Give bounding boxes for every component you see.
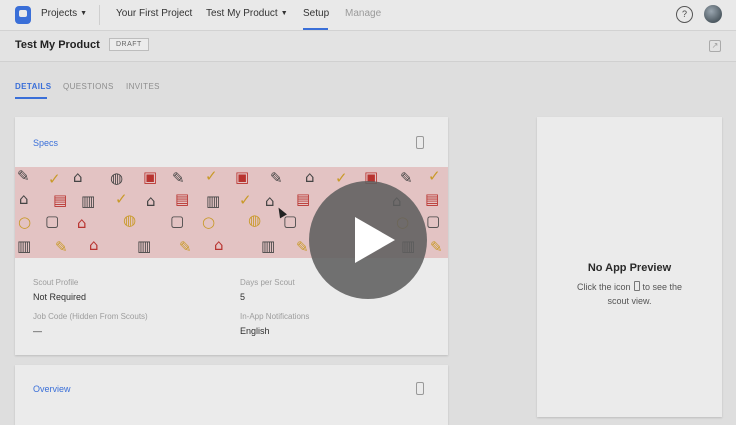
- preview-text-part1: Click the icon: [576, 282, 631, 292]
- phone-preview-icon[interactable]: [416, 136, 424, 149]
- book-doodle-icon: ▥: [206, 192, 221, 210]
- grad-cap-doodle-icon: ⌂: [265, 192, 275, 210]
- ruler-doodle-icon: ▤: [175, 190, 190, 208]
- days-per-scout-value: 5: [240, 292, 246, 302]
- page-header: Test My Product DRAFT ↗: [0, 31, 736, 62]
- preview-text-part2: to see the: [642, 282, 683, 292]
- book-doodle-icon: ▥: [261, 237, 276, 255]
- phone-icon: [633, 281, 640, 291]
- specs-title: Specs: [33, 138, 59, 148]
- check-doodle-icon: ✓: [239, 191, 252, 209]
- ruler-doodle-icon: ▤: [296, 190, 311, 208]
- grad-cap-doodle-icon: ⌂: [305, 168, 315, 186]
- book-doodle-icon: ▥: [137, 237, 152, 255]
- check-doodle-icon: ✓: [428, 167, 441, 185]
- grad-cap-doodle-icon: ⌂: [73, 168, 83, 186]
- check-doodle-icon: ✓: [48, 170, 61, 188]
- backpack-doodle-icon: ▢: [426, 212, 441, 230]
- top-nav-bar: Projects ▼ Your First Project Test My Pro…: [0, 0, 736, 31]
- school-doodle-icon: ⌂: [214, 236, 224, 254]
- school-doodle-icon: ⌂: [77, 214, 87, 232]
- projects-menu[interactable]: Projects ▼: [41, 8, 87, 19]
- pencil-doodle-icon: ✎: [296, 238, 309, 256]
- days-per-scout-label: Days per Scout: [240, 278, 295, 287]
- chevron-down-icon: ▼: [80, 10, 88, 17]
- page-title: Test My Product: [15, 39, 100, 51]
- tab-details[interactable]: DETAILS: [15, 82, 51, 91]
- circle-doodle-icon: ○: [18, 213, 32, 231]
- job-code-value: —: [33, 326, 42, 336]
- help-icon[interactable]: ?: [676, 6, 693, 23]
- avatar[interactable]: [704, 5, 722, 23]
- pencil-doodle-icon: ✎: [270, 169, 283, 187]
- video-play-button[interactable]: [309, 181, 427, 299]
- play-icon: [355, 217, 395, 263]
- pencil-doodle-icon: ✎: [55, 238, 68, 256]
- pencil-doodle-icon: ✎: [17, 167, 30, 185]
- overview-card: Overview: [15, 365, 448, 425]
- check-doodle-icon: ✓: [115, 190, 128, 208]
- circle-doodle-icon: ○: [202, 213, 216, 231]
- in-app-notifications-label: In-App Notifications: [240, 312, 310, 321]
- scout-profile-value: Not Required: [33, 292, 87, 302]
- job-code-label: Job Code (Hidden From Scouts): [33, 312, 148, 321]
- book-doodle-icon: ▥: [17, 237, 32, 255]
- in-app-notifications-value: English: [240, 326, 270, 336]
- chevron-down-icon: ▼: [280, 10, 288, 17]
- school-doodle-icon: ⌂: [89, 236, 99, 254]
- pencil-doodle-icon: ✎: [172, 169, 185, 187]
- status-badge: DRAFT: [109, 38, 149, 51]
- grad-cap-doodle-icon: ⌂: [146, 192, 156, 210]
- active-tab-underline: [15, 97, 47, 99]
- globe-doodle-icon: ◍: [248, 211, 262, 229]
- app-preview-panel: No App Preview Click the icon to see the …: [537, 117, 722, 417]
- preview-text-part3: scout view.: [607, 296, 652, 306]
- globe-doodle-icon: ◍: [123, 211, 137, 229]
- book-doodle-icon: ▥: [81, 192, 96, 210]
- ruler-doodle-icon: ▤: [53, 191, 68, 209]
- backpack-doodle-icon: ▢: [45, 212, 60, 230]
- product-menu[interactable]: Test My Product ▼: [206, 8, 288, 19]
- grad-cap-doodle-icon: ⌂: [19, 190, 29, 208]
- backpack-doodle-icon: ▢: [170, 212, 185, 230]
- scout-profile-label: Scout Profile: [33, 278, 79, 287]
- id-card-doodle-icon: ▣: [143, 168, 158, 186]
- pencil-doodle-icon: ✎: [179, 238, 192, 256]
- share-icon[interactable]: ↗: [709, 40, 721, 52]
- phone-preview-icon[interactable]: [416, 382, 424, 395]
- nav-divider: [99, 5, 100, 25]
- globe-doodle-icon: ◍: [110, 169, 124, 187]
- id-card-doodle-icon: ▣: [235, 168, 250, 186]
- pencil-doodle-icon: ✎: [400, 169, 413, 187]
- pencil-doodle-icon: ✎: [430, 238, 443, 256]
- no-app-preview-text: Click the icon to see the scout view.: [537, 280, 722, 308]
- check-doodle-icon: ✓: [335, 169, 348, 187]
- app-logo-icon[interactable]: [15, 6, 31, 24]
- active-tab-indicator: [303, 28, 328, 30]
- tab-invites[interactable]: INVITES: [126, 82, 160, 91]
- projects-label: Projects: [41, 8, 78, 19]
- tab-setup[interactable]: Setup: [303, 8, 329, 19]
- backpack-doodle-icon: ▢: [283, 212, 298, 230]
- breadcrumb-your-first-project[interactable]: Your First Project: [116, 8, 192, 19]
- no-app-preview-title: No App Preview: [587, 262, 672, 274]
- tab-questions[interactable]: QUESTIONS: [63, 82, 114, 91]
- tab-manage[interactable]: Manage: [345, 8, 381, 19]
- ruler-doodle-icon: ▤: [425, 190, 440, 208]
- check-doodle-icon: ✓: [205, 167, 218, 185]
- overview-title: Overview: [33, 384, 71, 394]
- product-menu-label: Test My Product: [206, 8, 278, 19]
